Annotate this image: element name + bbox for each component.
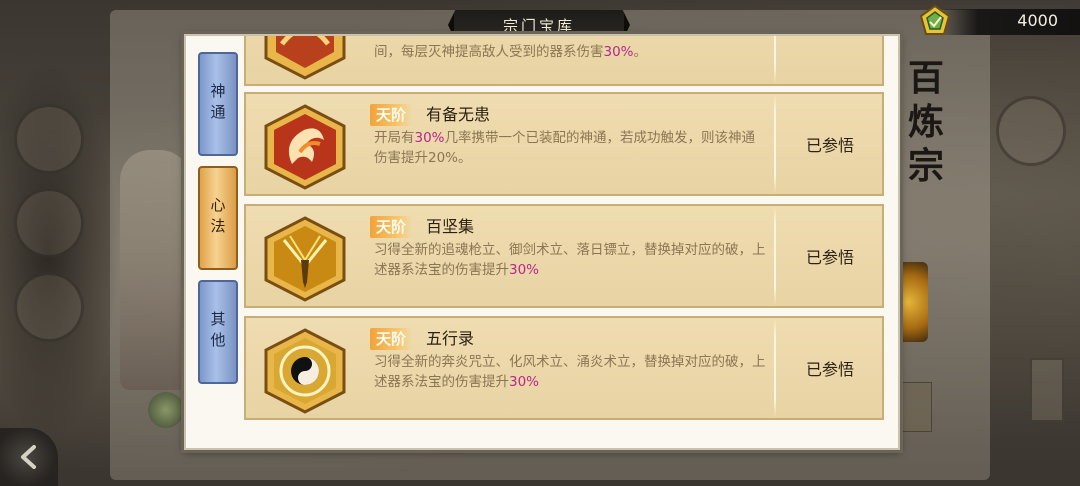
currency-display: 4000 (918, 4, 1080, 38)
rank-badge: 天阶 (370, 328, 413, 350)
back-button[interactable] (0, 428, 58, 486)
fire-swirl-icon (264, 104, 346, 190)
skill-name: 百坚集 (426, 217, 475, 236)
tab-shentong[interactable]: 神通 (198, 52, 238, 156)
rank-badge: 天阶 (370, 216, 413, 238)
tab-xinfa[interactable]: 心法 (198, 166, 238, 270)
skill-name: 五行录 (426, 329, 475, 348)
status-learned: 已参悟 (805, 248, 854, 267)
skill-card[interactable]: 天阶 有备无患 开局有30%几率携带一个已装配的神通，若成功触发，则该神通伤害提… (244, 92, 884, 196)
background-character (120, 150, 190, 390)
skill-card[interactable]: 天阶 五行录 习得全新的奔炎咒立、化风术立、涌炎术立，替换掉对应的破，上述器系法… (244, 316, 884, 420)
skill-name: 有备无患 (426, 105, 491, 124)
background-menu-icon (14, 104, 84, 174)
currency-strip (944, 9, 1080, 35)
background-menu-icon (14, 188, 84, 258)
skill-description: 习得全新的奔炎咒立、化风术立、涌炎术立，替换掉对应的破，上述器系法宝的伤害提升3… (374, 354, 766, 390)
skill-description: 习得全新的追魂枪立、御剑术立、落日镖立，替换掉对应的破，上述器系法宝的伤害提升3… (374, 242, 766, 278)
status-learned: 已参悟 (805, 360, 854, 379)
background-slot (896, 382, 932, 432)
skill-list[interactable]: 间，每层灭神提高敌人受到的器系伤害30%。 天阶 有备无患 开局有30%几率携带… (244, 36, 888, 444)
skill-card[interactable]: 天阶 百坚集 习得全新的追魂枪立、御剑术立、落日镖立，替换掉对应的破，上述器系法… (244, 204, 884, 308)
background-avatar-icon (996, 96, 1066, 166)
skill-card[interactable]: 间，每层灭神提高敌人受到的器系伤害30%。 (244, 36, 884, 86)
currency-value: 4000 (1017, 11, 1058, 30)
chevron-left-icon (21, 445, 36, 469)
skill-description: 间，每层灭神提高敌人受到的器系伤害30%。 (374, 44, 648, 60)
treasury-panel: 神通 心法 其他 间，每层灭神提高敌人受到的器系伤害30%。 天阶 有备无患 开… (184, 34, 900, 450)
flame-fan-icon (264, 36, 346, 80)
card-divider (774, 36, 776, 84)
rank-badge: 天阶 (370, 104, 413, 126)
golden-sword-icon (264, 216, 346, 302)
tab-other[interactable]: 其他 (198, 280, 238, 384)
sect-name: 百炼宗 (907, 57, 944, 187)
background-seal (1030, 358, 1064, 422)
skill-description: 开局有30%几率携带一个已装配的神通，若成功触发，则该神通伤害提升20%。 (374, 130, 756, 166)
jade-token-icon (919, 4, 951, 35)
background-leaf-icon (148, 392, 184, 428)
background-menu-icon (14, 272, 84, 342)
yin-yang-icon (264, 328, 346, 414)
status-learned: 已参悟 (805, 136, 854, 155)
